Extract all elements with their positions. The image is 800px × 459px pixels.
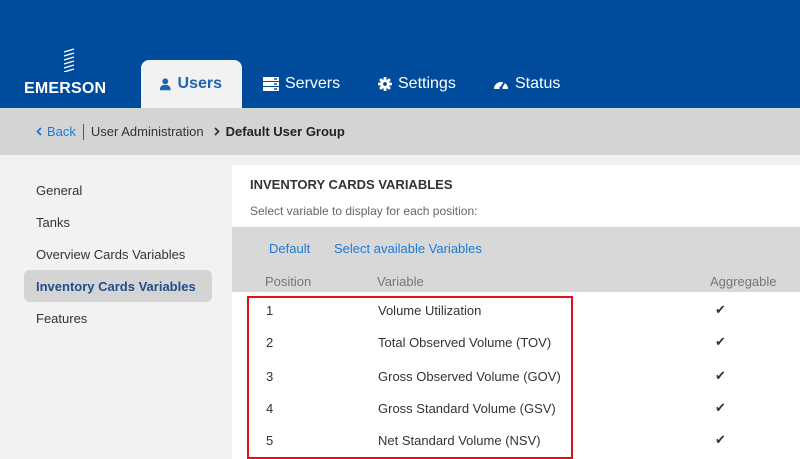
column-header-aggregable: Aggregable bbox=[710, 274, 777, 289]
column-header-position: Position bbox=[265, 274, 312, 289]
row-position: 1 bbox=[266, 302, 274, 318]
table-row[interactable]: 5 Net Standard Volume (NSV) ✔ bbox=[232, 424, 800, 456]
server-icon bbox=[263, 77, 279, 91]
table-row[interactable]: 1 Volume Utilization ✔ bbox=[232, 294, 800, 326]
breadcrumb-divider bbox=[82, 123, 84, 140]
chevron-left-icon bbox=[36, 127, 42, 136]
chevron-right-icon bbox=[213, 127, 220, 136]
sidebar-item-label: Inventory Cards Variables bbox=[36, 278, 196, 294]
row-variable: Total Observed Volume (TOV) bbox=[378, 334, 552, 350]
check-icon: ✔ bbox=[715, 432, 726, 447]
row-variable: Volume Utilization bbox=[378, 302, 482, 318]
row-position: 2 bbox=[266, 334, 274, 350]
logo-text: EMERSON bbox=[24, 80, 107, 97]
check-icon: ✔ bbox=[715, 400, 726, 415]
user-icon bbox=[159, 78, 171, 91]
sidebar-item-label: Overview Cards Variables bbox=[36, 246, 186, 262]
row-variable: Gross Standard Volume (GSV) bbox=[378, 400, 556, 416]
sidebar-item-label: Tanks bbox=[36, 214, 70, 230]
column-header-variable: Variable bbox=[377, 274, 424, 289]
back-link[interactable]: Back bbox=[36, 124, 76, 139]
tab-settings-label: Settings bbox=[398, 75, 456, 92]
row-variable: Gross Observed Volume (GOV) bbox=[378, 368, 561, 384]
check-icon: ✔ bbox=[715, 368, 726, 383]
row-variable: Net Standard Volume (NSV) bbox=[378, 432, 541, 448]
check-icon: ✔ bbox=[715, 334, 726, 349]
back-link-label: Back bbox=[47, 124, 76, 139]
page-title: INVENTORY CARDS VARIABLES bbox=[250, 177, 453, 192]
emerson-logo[interactable]: EMERSON bbox=[24, 48, 122, 98]
sidebar-item-inventory-cards-variables[interactable]: Inventory Cards Variables bbox=[24, 270, 212, 302]
table-row[interactable]: 2 Total Observed Volume (TOV) ✔ bbox=[232, 326, 800, 358]
tab-servers-label: Servers bbox=[285, 75, 341, 92]
inventory-cards-panel: INVENTORY CARDS VARIABLES Select variabl… bbox=[232, 165, 800, 459]
tab-users-label: Users bbox=[177, 75, 222, 92]
tab-status[interactable]: Status bbox=[493, 60, 560, 108]
sidebar-item-features[interactable]: Features bbox=[24, 302, 212, 334]
row-position: 4 bbox=[266, 400, 274, 416]
tab-users[interactable]: Users bbox=[141, 60, 242, 108]
sidebar-item-general[interactable]: General bbox=[24, 174, 212, 206]
sidebar-item-overview-cards-variables[interactable]: Overview Cards Variables bbox=[24, 238, 212, 270]
row-position: 5 bbox=[266, 432, 274, 448]
sidebar-item-label: General bbox=[36, 182, 83, 198]
tab-servers[interactable]: Servers bbox=[263, 60, 340, 108]
row-position: 3 bbox=[266, 368, 274, 384]
breadcrumb-parent[interactable]: User Administration bbox=[91, 124, 204, 139]
variables-table-header: Default Select available Variables Posit… bbox=[232, 227, 800, 292]
emerson-logo-icon bbox=[63, 48, 75, 72]
breadcrumb: Back User Administration Default User Gr… bbox=[0, 108, 800, 155]
sidebar-item-tanks[interactable]: Tanks bbox=[24, 206, 212, 238]
tab-status-label: Status bbox=[515, 75, 561, 92]
page-subtitle: Select variable to display for each posi… bbox=[250, 204, 478, 218]
table-row[interactable]: 3 Gross Observed Volume (GOV) ✔ bbox=[232, 360, 800, 392]
dashboard-icon bbox=[494, 81, 508, 90]
settings-sidebar: General Tanks Overview Cards Variables I… bbox=[24, 174, 212, 334]
breadcrumb-current: Default User Group bbox=[225, 124, 345, 139]
table-row[interactable]: 4 Gross Standard Volume (GSV) ✔ bbox=[232, 392, 800, 424]
check-icon: ✔ bbox=[715, 302, 726, 317]
tab-settings[interactable]: Settings bbox=[378, 60, 456, 108]
top-navigation-bar: EMERSON Users Servers Settings Status bbox=[0, 0, 800, 108]
tab-default[interactable]: Default bbox=[269, 241, 310, 256]
sidebar-item-label: Features bbox=[36, 310, 88, 326]
gear-icon bbox=[378, 77, 392, 91]
tab-select-available-variables[interactable]: Select available Variables bbox=[334, 241, 482, 256]
